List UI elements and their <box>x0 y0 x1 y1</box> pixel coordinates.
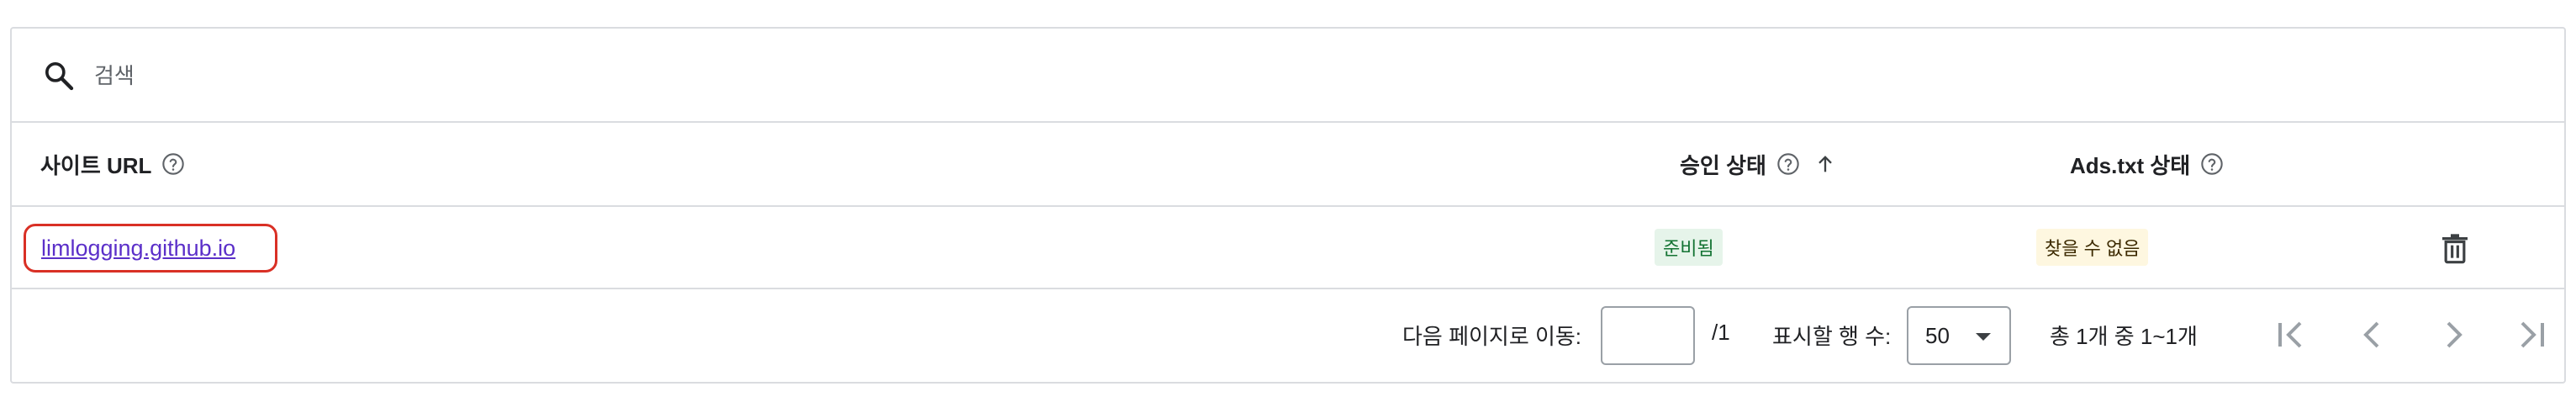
goto-page-label: 다음 페이지로 이동: <box>1402 324 1582 349</box>
search-input[interactable] <box>94 54 599 98</box>
column-header-site-url[interactable]: 사이트 URL <box>40 123 185 205</box>
rows-per-page-value: 50 <box>1925 322 1950 348</box>
column-header-approval-status[interactable]: 승인 상태 <box>1680 123 1837 205</box>
dropdown-caret-icon <box>1976 333 1991 341</box>
ads-txt-status-badge: 찾을 수 없음 <box>2036 229 2149 266</box>
rows-per-page-label: 표시할 행 수: <box>1772 324 1892 349</box>
previous-page-icon[interactable] <box>2352 315 2393 355</box>
column-header-label: 사이트 URL <box>40 152 152 178</box>
goto-page-input[interactable] <box>1601 306 1695 365</box>
range-text: 총 1개 중 1~1개 <box>2050 324 2198 349</box>
approval-status-badge: 준비됨 <box>1655 229 1723 266</box>
help-icon[interactable] <box>161 152 185 176</box>
last-page-icon[interactable] <box>2510 315 2551 355</box>
page-total: /1 <box>1712 320 1730 345</box>
help-icon[interactable] <box>1776 152 1800 176</box>
table-row: limlogging.github.io 준비됨 찾을 수 없음 <box>12 207 2564 289</box>
trash-icon[interactable] <box>2438 230 2472 266</box>
search-bar <box>12 29 2564 123</box>
column-header-ads-txt-status[interactable]: Ads.txt 상태 <box>2070 123 2224 205</box>
sites-table-card: 사이트 URL 승인 상태 Ads.txt 상태 <box>10 27 2566 384</box>
search-icon <box>45 62 74 91</box>
help-icon[interactable] <box>2200 152 2224 176</box>
sort-arrow-up-icon[interactable] <box>1813 152 1837 176</box>
rows-per-page-select[interactable]: 50 <box>1907 306 2011 365</box>
table-header: 사이트 URL 승인 상태 Ads.txt 상태 <box>12 123 2564 207</box>
column-header-label: 승인 상태 <box>1680 152 1766 178</box>
highlighted-site-url: limlogging.github.io <box>24 224 277 273</box>
first-page-icon[interactable] <box>2272 315 2312 355</box>
site-url-link[interactable]: limlogging.github.io <box>41 236 235 262</box>
column-header-label: Ads.txt 상태 <box>2070 152 2191 178</box>
pagination-bar: 다음 페이지로 이동: /1 표시할 행 수: 50 총 1개 중 1~1개 <box>12 289 2564 384</box>
next-page-icon[interactable] <box>2433 315 2473 355</box>
